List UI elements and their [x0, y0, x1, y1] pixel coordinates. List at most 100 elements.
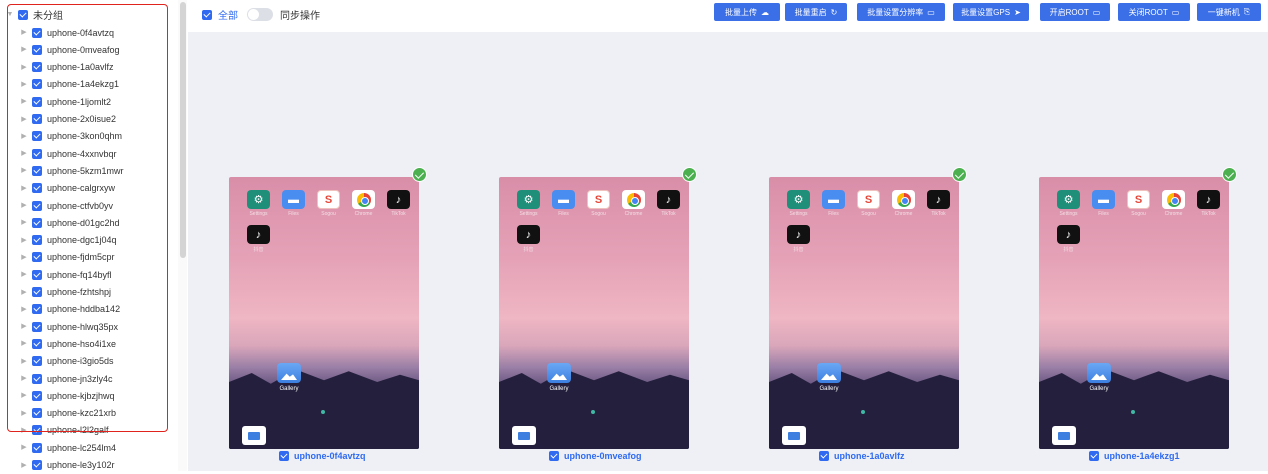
app-shortcut[interactable]: Chrome: [886, 190, 921, 217]
device-checkbox[interactable]: [32, 373, 42, 384]
caret-right-icon[interactable]: ▶: [20, 133, 28, 140]
caret-right-icon[interactable]: ▶: [20, 340, 28, 347]
caret-right-icon[interactable]: ▶: [20, 167, 28, 174]
app-shortcut[interactable]: ▬ Files: [1086, 190, 1121, 217]
device-checkbox[interactable]: [32, 148, 42, 159]
device-select-checkbox[interactable]: [279, 451, 289, 461]
device-checkbox[interactable]: [32, 425, 42, 436]
device-name-row[interactable]: uphone-1a4ekzg1: [1089, 451, 1180, 461]
tree-item-device[interactable]: ▶ uphone-hso4i1xe: [0, 335, 178, 352]
app-shortcut[interactable]: ▬ Files: [276, 190, 311, 217]
caret-right-icon[interactable]: ▶: [20, 219, 28, 226]
app-shortcut[interactable]: Chrome: [616, 190, 651, 217]
device-checkbox[interactable]: [32, 338, 42, 349]
tree-item-device[interactable]: ▶ uphone-1a4ekzg1: [0, 76, 178, 93]
caret-right-icon[interactable]: ▶: [20, 306, 28, 313]
tree-item-device[interactable]: ▶ uphone-l2l2galf: [0, 422, 178, 439]
app-shortcut[interactable]: ♪ TikTok: [921, 190, 956, 217]
app-shortcut[interactable]: ♪ 抖音: [1051, 225, 1086, 253]
sidebar-scrollbar-thumb[interactable]: [180, 2, 186, 258]
app-shortcut[interactable]: ♪ 抖音: [781, 225, 816, 253]
device-select-checkbox[interactable]: [1089, 451, 1099, 461]
dock-app-icon[interactable]: [1052, 426, 1076, 445]
app-shortcut[interactable]: S Sogou: [1121, 190, 1156, 217]
app-shortcut[interactable]: S Sogou: [851, 190, 886, 217]
app-shortcut[interactable]: ▬ Files: [546, 190, 581, 217]
app-shortcut[interactable]: ⚙ Settings: [781, 190, 816, 217]
device-checkbox[interactable]: [32, 408, 42, 419]
caret-down-icon[interactable]: ▼: [6, 11, 14, 18]
app-shortcut[interactable]: ▬ Files: [816, 190, 851, 217]
device-checkbox[interactable]: [32, 321, 42, 332]
tree-item-device[interactable]: ▶ uphone-d01gc2hd: [0, 214, 178, 231]
tree-item-device[interactable]: ▶ uphone-hlwq35px: [0, 318, 178, 335]
app-shortcut[interactable]: ⚙ Settings: [511, 190, 546, 217]
caret-right-icon[interactable]: ▶: [20, 150, 28, 157]
app-shortcut[interactable]: Chrome: [346, 190, 381, 217]
app-shortcut[interactable]: ♪ TikTok: [1191, 190, 1226, 217]
batch-resolution-button[interactable]: 批量设置分辨率 ▭: [857, 3, 945, 21]
one-click-new-device-button[interactable]: 一键新机 ⎘: [1197, 3, 1261, 21]
device-checkbox[interactable]: [32, 356, 42, 367]
device-checkbox[interactable]: [32, 442, 42, 453]
caret-right-icon[interactable]: ▶: [20, 237, 28, 244]
tree-item-device[interactable]: ▶ uphone-0mveafog: [0, 41, 178, 58]
tree-item-device[interactable]: ▶ uphone-calgrxyw: [0, 180, 178, 197]
device-screen[interactable]: ⚙ Settings ▬ Files S Sogou Chrome ♪ TikTok ♪ 抖音 Gal…: [769, 177, 959, 449]
device-select-checkbox[interactable]: [819, 451, 829, 461]
caret-right-icon[interactable]: ▶: [20, 323, 28, 330]
tree-item-device[interactable]: ▶ uphone-kzc21xrb: [0, 405, 178, 422]
tree-item-device[interactable]: ▶ uphone-kjbzjhwq: [0, 387, 178, 404]
device-checkbox[interactable]: [32, 183, 42, 194]
caret-right-icon[interactable]: ▶: [20, 254, 28, 261]
caret-right-icon[interactable]: ▶: [20, 202, 28, 209]
caret-right-icon[interactable]: ▶: [20, 116, 28, 123]
device-checkbox[interactable]: [32, 44, 42, 55]
tree-item-device[interactable]: ▶ uphone-2x0isue2: [0, 111, 178, 128]
device-checkbox[interactable]: [32, 460, 42, 470]
caret-right-icon[interactable]: ▶: [20, 462, 28, 469]
tree-item-device[interactable]: ▶ uphone-jn3zly4c: [0, 370, 178, 387]
caret-right-icon[interactable]: ▶: [20, 444, 28, 451]
app-shortcut[interactable]: S Sogou: [311, 190, 346, 217]
caret-right-icon[interactable]: ▶: [20, 29, 28, 36]
device-checkbox[interactable]: [32, 131, 42, 142]
device-checkbox[interactable]: [32, 217, 42, 228]
app-shortcut[interactable]: ♪ TikTok: [381, 190, 416, 217]
device-checkbox[interactable]: [32, 287, 42, 297]
batch-upload-button[interactable]: 批量上传 ☁: [714, 3, 780, 21]
caret-right-icon[interactable]: ▶: [20, 46, 28, 53]
device-checkbox[interactable]: [32, 235, 42, 246]
tree-item-device[interactable]: ▶ uphone-0f4avtzq: [0, 24, 178, 41]
device-screen[interactable]: ⚙ Settings ▬ Files S Sogou Chrome ♪ TikTok ♪ 抖音 Gal…: [1039, 177, 1229, 449]
dock-app-icon[interactable]: [782, 426, 806, 445]
caret-right-icon[interactable]: ▶: [20, 185, 28, 192]
tree-item-device[interactable]: ▶ uphone-fzhtshpj: [0, 284, 178, 301]
gallery-app[interactable]: Gallery: [1087, 363, 1111, 392]
group-checkbox[interactable]: [18, 9, 28, 20]
dock-app-icon[interactable]: [242, 426, 266, 445]
tree-item-device[interactable]: ▶ uphone-i3gio5ds: [0, 353, 178, 370]
device-checkbox[interactable]: [32, 79, 42, 90]
tree-item-device[interactable]: ▶ uphone-ctfvb0yv: [0, 197, 178, 214]
tree-item-device[interactable]: ▶ uphone-fjdm5cpr: [0, 249, 178, 266]
gallery-app[interactable]: Gallery: [547, 363, 571, 392]
disable-root-button[interactable]: 关闭ROOT ▭: [1118, 3, 1190, 21]
select-all-label[interactable]: 全部: [218, 7, 238, 22]
tree-item-device[interactable]: ▶ uphone-1ljomlt2: [0, 93, 178, 110]
tree-item-device[interactable]: ▶ uphone-1a0avlfz: [0, 59, 178, 76]
device-checkbox[interactable]: [32, 96, 42, 107]
batch-restart-button[interactable]: 批量重启 ↻: [785, 3, 847, 21]
caret-right-icon[interactable]: ▶: [20, 358, 28, 365]
caret-right-icon[interactable]: ▶: [20, 81, 28, 88]
tree-group-ungrouped[interactable]: ▼ 未分组: [0, 6, 178, 23]
gallery-app[interactable]: Gallery: [277, 363, 301, 392]
dock-app-icon[interactable]: [512, 426, 536, 445]
device-checkbox[interactable]: [32, 390, 42, 401]
tree-item-device[interactable]: ▶ uphone-3kon0qhm: [0, 128, 178, 145]
tree-item-device[interactable]: ▶ uphone-hddba142: [0, 301, 178, 318]
caret-right-icon[interactable]: ▶: [20, 375, 28, 382]
enable-root-button[interactable]: 开启ROOT ▭: [1040, 3, 1110, 21]
caret-right-icon[interactable]: ▶: [20, 271, 28, 278]
app-shortcut[interactable]: ⚙ Settings: [241, 190, 276, 217]
